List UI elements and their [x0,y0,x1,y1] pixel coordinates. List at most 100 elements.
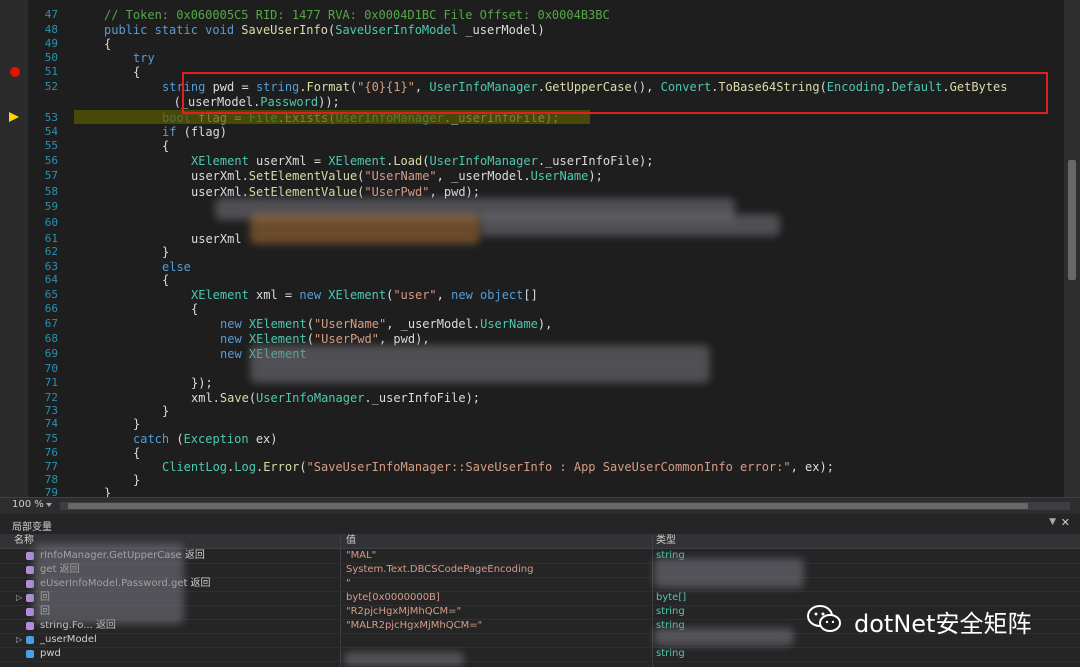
line-number: 55 [44,139,58,152]
code-line[interactable]: 72 xml.Save(UserInfoManager._userInfoFile… [0,391,1064,405]
code-line[interactable]: 64 { [0,273,1064,287]
code-token: Log [234,460,256,474]
code-line[interactable]: 56 XElement userXml = XElement.Load(UserI… [0,154,1064,168]
code-line[interactable]: 74} [0,417,1064,431]
horizontal-scrollbar[interactable] [60,502,1070,510]
scrollbar-thumb[interactable] [68,503,1028,509]
cell-type: string [656,606,685,617]
line-number: 78 [44,473,58,486]
watermark: dotNet安全矩阵 [806,600,1066,640]
variable-icon [26,594,34,602]
code-token: else [162,260,191,274]
line-number: 63 [44,260,58,273]
column-header-value[interactable]: 值 [346,534,356,548]
code-line[interactable]: 47 // Token: 0x060005C5 RID: 1477 RVA: 0x… [0,8,1064,22]
code-line[interactable]: 66 { [0,302,1064,316]
code-line[interactable]: 77 ClientLog.Log.Error("SaveUserInfoManag… [0,460,1064,474]
code-editor[interactable]: 47 // Token: 0x060005C5 RID: 1477 RVA: 0x… [0,0,1080,497]
code-text: }); [191,376,213,390]
code-token: ( [169,432,184,446]
code-line[interactable]: 73} [0,404,1064,418]
code-line[interactable]: 57 userXml.SetElementValue("UserName", _u… [0,169,1064,183]
code-text: } [104,486,111,497]
code-line[interactable]: 67 new XElement("UserName", _userModel.Us… [0,317,1064,331]
column-header-type[interactable]: 类型 [656,534,676,548]
cell-type: string [656,648,685,659]
code-token: UserInfoManager [429,154,538,168]
line-number: 57 [44,169,58,182]
variable-icon [26,580,34,588]
code-text: new XElement("UserName", _userModel.User… [220,317,552,331]
code-token: "UserName" [364,169,437,183]
code-text: else [162,260,191,274]
cell-value: "R2pjcHgxMjMhQCM=" [346,606,462,617]
code-token: Exception [183,432,249,446]
code-line[interactable]: 68 new XElement("UserPwd", pwd), [0,332,1064,346]
redacted-region [654,628,794,646]
code-token: UserName [530,169,589,183]
code-line[interactable]: 62} [0,245,1064,259]
code-line[interactable]: 48 public static void SaveUserInfo(SaveUs… [0,23,1064,37]
vertical-scrollbar[interactable] [1064,0,1080,497]
code-line[interactable]: 55 { [0,139,1064,153]
code-token: object [480,288,524,302]
chevron-down-icon[interactable]: ▼ [1049,517,1056,527]
code-token: , [436,288,452,302]
code-token: ), [537,317,553,331]
expand-icon[interactable]: ▷ [16,633,22,647]
code-token: ( [306,317,314,331]
table-row[interactable]: pwd string [0,647,1080,662]
chevron-down-icon[interactable] [46,503,52,507]
code-token: ex) [248,432,278,446]
code-token: { [133,65,141,79]
line-number: 51 [44,65,58,78]
code-token: XElement [248,332,307,346]
code-token: new [220,317,249,331]
code-token: UserInfoManager [256,391,365,405]
line-number: 62 [44,245,58,258]
expand-icon[interactable]: ▷ [16,591,22,605]
line-number: 67 [44,317,58,330]
code-token: ._userInfoFile); [364,391,481,405]
line-number: 66 [44,302,58,315]
line-number: 77 [44,460,58,473]
code-line[interactable]: 76 { [0,446,1064,460]
line-number: 71 [44,376,58,389]
code-line[interactable]: 63 else [0,260,1064,274]
code-line[interactable]: 75 catch (Exception ex) [0,432,1064,446]
redacted-region [654,558,804,588]
code-token: xml. [191,391,220,405]
redacted-region [344,652,464,666]
line-number: 70 [44,362,58,375]
code-token: , _userModel. [386,317,481,331]
code-token: , ex); [790,460,834,474]
code-token: new [451,288,481,302]
variable-icon [26,636,34,644]
code-line[interactable]: 50 try [0,51,1064,65]
code-line[interactable]: 78} [0,473,1064,487]
variable-icon [26,566,34,574]
code-line[interactable]: 58 userXml.SetElementValue("UserPwd", pwd… [0,185,1064,199]
zoom-level[interactable]: 100 % [12,499,44,510]
line-number: 76 [44,446,58,459]
code-text: public static void SaveUserInfo(SaveUser… [104,23,545,37]
line-number: 58 [44,185,58,198]
line-number: 53 [44,111,58,124]
scrollbar-thumb[interactable] [1068,160,1076,280]
code-token: } [162,245,170,259]
code-token: userXml. [191,185,249,199]
variable-icon [26,608,34,616]
code-line[interactable]: 49 { [0,37,1064,51]
code-line[interactable]: 65 XElement xml = new XElement("user", ne… [0,288,1064,302]
line-number: 64 [44,273,58,286]
code-token: { [104,37,112,51]
locals-panel: 局部变量 ▼ ✕ 名称 值 类型 rInfoManager.GetUpperCa… [0,514,1080,667]
close-icon[interactable]: ✕ [1061,516,1070,529]
code-token: // Token: 0x060005C5 RID: 1477 RVA: 0x00… [104,8,610,22]
code-text: { [133,65,140,79]
code-text: } [133,473,140,487]
code-line[interactable]: 79} [0,486,1064,497]
code-line[interactable]: 54 if (flag) [0,125,1064,139]
breakpoint-icon[interactable] [10,67,20,77]
column-header-name[interactable]: 名称 [14,534,34,548]
